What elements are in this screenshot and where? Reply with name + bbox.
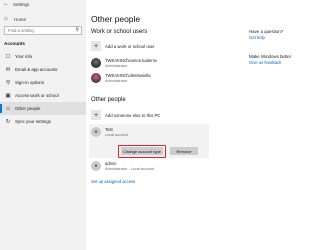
- sidebar-item-sign-in[interactable]: ⚲ Sign-in options: [0, 76, 86, 89]
- user-name: admin: [105, 161, 117, 167]
- sidebar: ← Settings ⌂ Home ⚲ Accounts ☐ Your info…: [0, 0, 86, 250]
- sidebar-item-label: Sync your settings: [15, 119, 51, 124]
- settings-window: ← Settings ⌂ Home ⚲ Accounts ☐ Your info…: [0, 0, 320, 250]
- search-input[interactable]: [8, 28, 72, 33]
- main-content: Other people Work or school users + Add …: [86, 0, 320, 250]
- avatar: [91, 58, 101, 68]
- page-title: Other people: [91, 14, 141, 24]
- mail-icon: ✉: [5, 66, 11, 73]
- remove-button[interactable]: Remove: [170, 147, 198, 155]
- sidebar-item-email[interactable]: ✉ Email & app accounts: [0, 63, 86, 76]
- work-user-row[interactable]: TWEAKING\oltoMusiella Administrator: [91, 73, 151, 83]
- search-icon[interactable]: ⚲: [75, 27, 79, 33]
- user-role: Local account: [105, 132, 129, 137]
- user-text: TWEAKING\oltoMusiella Administrator: [105, 73, 151, 83]
- change-account-type-button[interactable]: Change account type: [121, 147, 163, 155]
- user-text: TWEAKING\sumon.kaderov Administrator: [105, 58, 157, 68]
- briefcase-icon: ▣: [5, 92, 11, 99]
- user-name: TWEAKING\oltoMusiella: [105, 73, 151, 79]
- work-users-heading: Work or school users: [91, 29, 148, 35]
- sidebar-item-work-access[interactable]: ▣ Access work or school: [0, 89, 86, 102]
- sidebar-item-label: Access work or school: [15, 93, 59, 98]
- key-icon: ⚲: [5, 79, 11, 86]
- other-people-heading: Other people: [91, 97, 126, 103]
- nav-list: ☐ Your info ✉ Email & app accounts ⚲ Sig…: [0, 50, 86, 128]
- feedback-title: Make Windows better: [249, 54, 292, 59]
- sidebar-item-label: Your info: [15, 54, 33, 59]
- give-feedback-link[interactable]: Give us feedback: [249, 60, 281, 65]
- home-icon: ⌂: [4, 16, 8, 22]
- people-icon: ☺: [5, 105, 11, 112]
- plus-icon: +: [91, 41, 101, 51]
- section-title: Accounts: [4, 41, 25, 46]
- window-title: Settings: [13, 2, 30, 7]
- avatar: [91, 73, 101, 83]
- sync-icon: ↻: [5, 118, 11, 125]
- get-help-link[interactable]: Get help: [249, 35, 265, 40]
- user-name: TWEAKING\sumon.kaderov: [105, 58, 158, 64]
- sidebar-item-label: Other people: [15, 106, 41, 111]
- nav-home[interactable]: ⌂ Home: [4, 15, 26, 23]
- user-role: Administrator: [105, 63, 128, 68]
- sidebar-item-your-info[interactable]: ☐ Your info: [0, 50, 86, 63]
- add-work-user-label: Add a work or school user: [105, 43, 155, 49]
- person-card-icon: ☐: [5, 53, 11, 60]
- work-user-row[interactable]: TWEAKING\sumon.kaderov Administrator: [91, 58, 157, 68]
- add-someone-button[interactable]: + Add someone else to this PC: [91, 110, 160, 120]
- person-icon: ●: [91, 127, 101, 137]
- user-role: Administrator - Local account: [105, 166, 155, 171]
- add-work-user-button[interactable]: + Add a work or school user: [91, 41, 155, 51]
- user-role: Administrator: [105, 78, 128, 83]
- local-user-row[interactable]: ● admin Administrator - Local account: [91, 161, 154, 171]
- add-someone-label: Add someone else to this PC: [105, 112, 161, 118]
- sidebar-item-other-people[interactable]: ☺ Other people: [0, 102, 86, 115]
- user-name: Test: [105, 127, 113, 133]
- sidebar-item-sync[interactable]: ↻ Sync your settings: [0, 115, 86, 128]
- sidebar-item-label: Sign-in options: [15, 80, 45, 85]
- user-text: Test Local account: [105, 127, 128, 137]
- selected-user-row[interactable]: ● Test Local account: [91, 127, 128, 137]
- person-icon: ●: [91, 161, 101, 171]
- back-arrow-icon[interactable]: ←: [3, 1, 9, 8]
- question-title: Have a question?: [249, 29, 284, 34]
- user-text: admin Administrator - Local account: [105, 161, 154, 171]
- assigned-access-link[interactable]: Set up assigned access: [91, 179, 135, 184]
- sidebar-item-label: Email & app accounts: [15, 67, 58, 72]
- plus-icon: +: [91, 110, 101, 120]
- nav-home-label: Home: [14, 16, 27, 22]
- selected-user-card[interactable]: ● Test Local account Change account type…: [89, 124, 209, 158]
- search-box[interactable]: ⚲: [4, 26, 82, 35]
